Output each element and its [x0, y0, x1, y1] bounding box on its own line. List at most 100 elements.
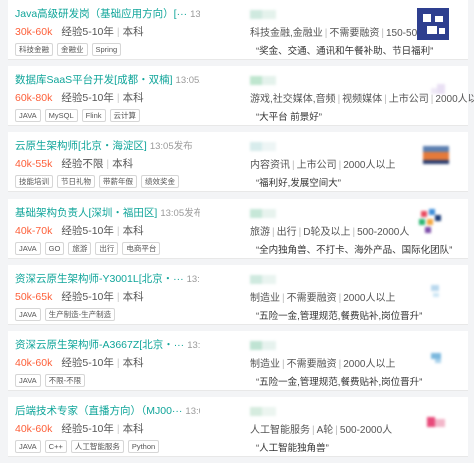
redaction-block	[262, 10, 276, 19]
company-info-item: 人工智能服务	[250, 425, 310, 436]
company-logo[interactable]	[417, 273, 449, 305]
company-welfare: “五险一金,管理规范,餐费贴补,岗位晋升”	[256, 377, 423, 388]
experience: 经验5-10年	[61, 423, 114, 435]
publish-time: 13:05发布	[149, 141, 193, 152]
company-info-item: A轮	[316, 425, 334, 436]
redaction-block	[250, 209, 262, 218]
company-logo[interactable]	[417, 405, 449, 437]
skill-tag: 旅游	[68, 242, 92, 255]
redaction-block	[262, 76, 276, 85]
job-card[interactable]: 基础架构负责人[深圳・福田区] 13:05发布 40k-70k 经验5-10年 | 本科 J…	[8, 199, 468, 259]
job-title-line: 资深云原生架构师-Y3001L[北京・···13:05发布	[15, 271, 200, 286]
job-card[interactable]: 后端技术专家（直播方向）（MJ00···13:04发布 40k-60k 经验5-10…	[8, 397, 468, 457]
company-logo[interactable]	[417, 339, 449, 371]
redaction-block	[250, 407, 262, 416]
company-info-item: 内容资讯	[250, 160, 290, 171]
company-info: 旅游 | 出行 | D轮及以上 | 500-2000人	[250, 223, 409, 238]
tag-list: JAVA GO 旅游 出行 电商平台	[15, 242, 161, 255]
skill-tag: Spring	[91, 43, 122, 56]
logo-shape	[417, 8, 449, 40]
company-welfare: “全内独角兽、不打卡、海外产品、国际化团队”	[256, 245, 453, 256]
logo-shape	[431, 88, 437, 94]
company-name-redacted[interactable]	[250, 271, 280, 284]
company-name-redacted[interactable]	[250, 205, 280, 218]
job-title-link[interactable]: 云原生架构师[北京・海淀区]	[15, 140, 147, 152]
skill-tag: 出行	[95, 242, 119, 255]
company-info-item: D轮及以上	[303, 227, 351, 238]
separator: |	[116, 225, 120, 237]
company-name-redacted[interactable]	[250, 138, 280, 151]
company-info: 人工智能服务 | A轮 | 500-2000人	[250, 421, 392, 436]
company-name-redacted[interactable]	[250, 337, 280, 350]
logo-shape	[427, 26, 437, 34]
education: 本科	[122, 357, 144, 369]
logo-shape	[433, 293, 439, 297]
tag-list: JAVA MySQL Flink 云计算	[15, 109, 141, 122]
publish-time: 13:05发布	[175, 75, 200, 86]
tag-list: JAVA 不限-不限	[15, 374, 86, 387]
job-card[interactable]: 数据库SaaS平台开发[成都・双楠]13:05发布60k-80k经验5-10年|…	[8, 66, 474, 126]
tag-list: JAVA 生产制造-生产制造	[15, 308, 116, 321]
company-logo[interactable]	[417, 74, 449, 106]
job-title-link[interactable]: 数据库SaaS平台开发[成都・双楠]	[15, 74, 173, 86]
company-info-item: 不需要融资	[286, 359, 337, 370]
salary: 50k-65k	[15, 291, 53, 303]
logo-shape	[431, 353, 441, 359]
company-logo[interactable]	[417, 207, 449, 239]
job-title-line: Java高级研发岗（基础应用方向）[···13:03发布	[15, 6, 200, 21]
education: 本科	[122, 423, 144, 435]
skill-tag: Flink	[81, 109, 106, 122]
company-info-item: 制造业	[250, 359, 280, 370]
redaction-block	[250, 341, 262, 350]
redaction-block	[262, 407, 276, 416]
company-name-redacted[interactable]	[250, 72, 280, 85]
separator: |	[352, 227, 356, 238]
company-info-item: 500-2000人	[357, 227, 410, 238]
company-info-item: 游戏,社交媒体,音频	[250, 94, 336, 105]
job-card[interactable]: Java高级研发岗（基础应用方向）[···13:03发布 30k-60k 经验5-1…	[8, 0, 468, 60]
redaction-block	[250, 275, 262, 284]
company-logo[interactable]	[417, 140, 449, 172]
logo-shape	[423, 160, 449, 164]
separator: |	[337, 94, 341, 105]
redaction-block	[262, 341, 276, 350]
separator: |	[282, 359, 285, 370]
separator: |	[298, 227, 302, 238]
job-title-link[interactable]: 后端技术专家（直播方向）（MJ00···	[15, 405, 182, 417]
redaction-block	[262, 275, 276, 284]
logo-shape	[435, 215, 441, 221]
job-title-line: 云原生架构师[北京・海淀区] 13:05发布	[15, 138, 200, 153]
company-logo[interactable]	[417, 8, 449, 40]
job-title-line: 基础架构负责人[深圳・福田区] 13:05发布	[15, 205, 200, 220]
separator: |	[338, 359, 342, 370]
job-card[interactable]: 资深云原生架构师-Y3001L[北京・···13:05发布 50k-65k 经验5-…	[8, 265, 468, 325]
job-title-link[interactable]: Java高级研发岗（基础应用方向）[···	[15, 8, 187, 20]
job-salary-line: 40k-60k 经验5-10年 | 本科	[15, 421, 144, 436]
logo-shape	[439, 28, 445, 34]
tag-list: 技能培训 节日礼物 带薪年假 绩效奖金	[15, 175, 179, 188]
company-name-redacted[interactable]	[250, 6, 280, 19]
job-title-link[interactable]: 资深云原生架构师-A3667Z[北京・···	[15, 339, 184, 351]
job-salary-line: 40k-60k 经验5-10年 | 本科	[15, 355, 144, 370]
job-card[interactable]: 云原生架构师[北京・海淀区] 13:05发布 40k-55k 经验不限 | 本科技能培训节…	[8, 132, 468, 192]
company-welfare: “奖金、交通、通讯和午餐补助、节日福利”	[256, 46, 434, 57]
skill-tag: C++	[44, 440, 67, 453]
company-name-redacted[interactable]	[250, 403, 280, 416]
logo-shape	[425, 227, 431, 233]
education: 本科	[112, 158, 134, 170]
company-welfare: “大平台 前景好”	[256, 112, 322, 123]
skill-tag: GO	[44, 242, 65, 255]
job-title-link[interactable]: 资深云原生架构师-Y3001L[北京・···	[15, 273, 184, 285]
skill-tag: 电商平台	[122, 242, 161, 255]
job-salary-line: 40k-55k 经验不限 | 本科	[15, 156, 133, 171]
publish-time: 13:05发布	[160, 208, 200, 219]
logo-shape	[435, 419, 445, 427]
skill-tag: JAVA	[15, 308, 41, 321]
job-list: Java高级研发岗（基础应用方向）[···13:03发布 30k-60k 经验5-1…	[0, 0, 474, 463]
logo-shape	[435, 16, 443, 22]
skill-tag: 人工智能服务	[70, 440, 124, 453]
job-card[interactable]: 资深云原生架构师-A3667Z[北京・···13:05发布 40k-60k 经验5-…	[8, 331, 468, 391]
job-title-link[interactable]: 基础架构负责人[深圳・福田区]	[15, 207, 157, 219]
logo-shape	[437, 84, 445, 94]
skill-tag: Python	[127, 440, 160, 453]
